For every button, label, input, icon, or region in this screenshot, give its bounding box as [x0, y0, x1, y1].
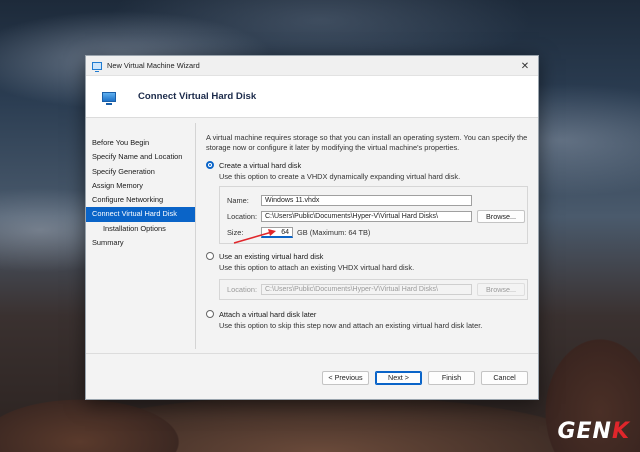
option-later-row[interactable]: Attach a virtual hard disk later: [206, 308, 528, 320]
existing-disk-fields: Location: C:\Users\Public\Documents\Hype…: [219, 279, 528, 300]
cancel-button[interactable]: Cancel: [481, 371, 528, 385]
hyper-v-icon: [92, 61, 102, 72]
nav-summary[interactable]: Summary: [86, 236, 195, 250]
monitor-icon: [102, 91, 116, 105]
nav-before-you-begin[interactable]: Before You Begin: [86, 136, 195, 150]
later-disk-label: Attach a virtual hard disk later: [219, 309, 317, 319]
create-disk-fields: Name: Windows 11.vhdx Location: C:\Users…: [219, 186, 528, 244]
existing-location-label: Location:: [227, 285, 257, 294]
browse-button[interactable]: Browse...: [477, 209, 525, 223]
nav-configure-networking[interactable]: Configure Networking: [86, 193, 195, 207]
later-disk-desc: Use this option to skip this step now an…: [219, 321, 483, 330]
location-input[interactable]: C:\Users\Public\Documents\Hyper-V\Virtua…: [261, 210, 472, 222]
step-content: A virtual machine requires storage so th…: [196, 119, 538, 355]
wizard-footer: < Previous Next > Finish Cancel: [86, 353, 538, 399]
intro-text: A virtual machine requires storage so th…: [206, 133, 528, 152]
create-disk-radio[interactable]: [206, 161, 214, 169]
existing-location-input: C:\Users\Public\Documents\Hyper-V\Virtua…: [261, 284, 472, 295]
create-disk-desc: Use this option to create a VHDX dynamic…: [219, 172, 461, 181]
size-input[interactable]: 64: [261, 226, 293, 238]
later-disk-radio[interactable]: [206, 310, 214, 318]
create-disk-label: Create a virtual hard disk: [219, 160, 302, 170]
wizard-header: Connect Virtual Hard Disk: [86, 76, 538, 118]
title-bar[interactable]: New Virtual Machine Wizard ✕: [86, 56, 538, 76]
previous-button[interactable]: < Previous: [322, 371, 369, 385]
wizard-body: Before You Begin Specify Name and Locati…: [86, 119, 538, 355]
step-navigation: Before You Begin Specify Name and Locati…: [86, 123, 196, 349]
nav-connect-virtual-hard-disk[interactable]: Connect Virtual Hard Disk: [86, 207, 195, 222]
existing-disk-desc: Use this option to attach an existing VH…: [219, 263, 415, 272]
size-suffix: GB (Maximum: 64 TB): [297, 227, 371, 237]
genk-watermark-logo: GENK: [557, 419, 630, 444]
existing-disk-label: Use an existing virtual hard disk: [219, 251, 324, 261]
finish-button[interactable]: Finish: [428, 371, 475, 385]
size-label: Size:: [227, 227, 244, 237]
next-button[interactable]: Next >: [375, 371, 422, 385]
nav-assign-memory[interactable]: Assign Memory: [86, 179, 195, 193]
option-existing-row[interactable]: Use an existing virtual hard disk: [206, 250, 528, 262]
existing-disk-radio[interactable]: [206, 252, 214, 260]
existing-browse-button: Browse...: [477, 283, 525, 296]
nav-installation-options[interactable]: Installation Options: [86, 222, 195, 236]
window-title: New Virtual Machine Wizard: [107, 61, 200, 70]
page-title: Connect Virtual Hard Disk: [138, 91, 257, 102]
nav-specify-name-location[interactable]: Specify Name and Location: [86, 150, 195, 164]
close-button[interactable]: ✕: [518, 59, 532, 73]
location-label: Location:: [227, 211, 257, 221]
option-create-row[interactable]: Create a virtual hard disk: [206, 159, 528, 171]
nav-specify-generation[interactable]: Specify Generation: [86, 165, 195, 179]
name-label: Name:: [227, 195, 249, 205]
wizard-window: New Virtual Machine Wizard ✕ Connect Vir…: [85, 55, 539, 400]
name-input[interactable]: Windows 11.vhdx: [261, 194, 472, 206]
